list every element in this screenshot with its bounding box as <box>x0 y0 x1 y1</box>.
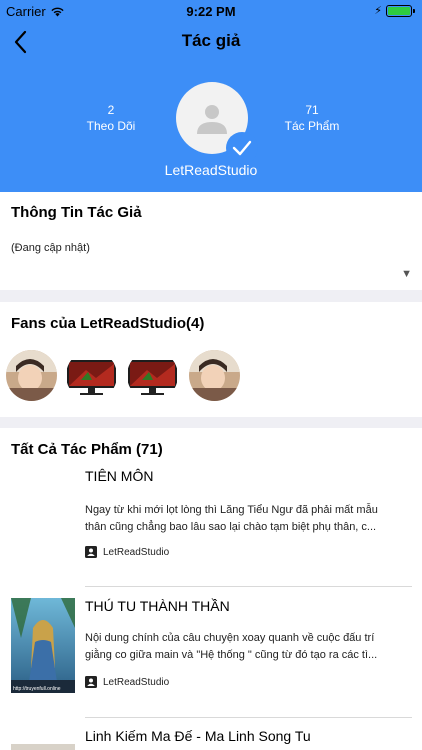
author-info-text: (Đang cập nhật) <box>11 242 90 254</box>
charging-icon: ⚡ <box>374 5 382 17</box>
book-description-line: Ngay từ khi mới lọt lòng thì Lăng Tiểu N… <box>85 504 378 516</box>
book-description-line: Nội dung chính của câu chuyện xoay quanh… <box>85 632 375 644</box>
book-cover[interactable] <box>11 468 75 563</box>
book-author[interactable]: LetReadStudio <box>85 546 169 558</box>
book-cover[interactable] <box>11 744 75 750</box>
author-info-section: Thông Tin Tác Giả (Đang cập nhật) ▼ <box>0 192 422 290</box>
clock: 9:22 PM <box>186 4 236 19</box>
dropdown-arrow-icon[interactable]: ▼ <box>401 268 412 280</box>
works-label: Tác Phẩm <box>284 119 340 133</box>
verified-badge <box>226 132 258 164</box>
author-info-title: Thông Tin Tác Giả <box>11 204 142 221</box>
book-cover-caption: http://truyenfull.online <box>13 686 61 692</box>
fans-title: Fans của LetReadStudio(4) <box>11 315 205 332</box>
works-count: 71 <box>305 103 319 117</box>
user-placeholder-icon <box>197 105 227 134</box>
book-author-name: LetReadStudio <box>103 546 170 558</box>
fan-avatar[interactable] <box>66 350 117 401</box>
author-card-icon <box>85 676 97 688</box>
book-description-line: giằng co giữa main và "Hệ thống " cũng t… <box>85 649 378 661</box>
author-card-icon <box>85 546 97 558</box>
book-description: Nội dung chính của câu chuyện xoay quanh… <box>85 630 413 664</box>
works-title: Tất Cả Tác Phẩm (71) <box>11 441 163 458</box>
fan-avatar[interactable] <box>189 350 240 401</box>
book-title[interactable]: TIÊN MÔN <box>85 468 153 484</box>
profile-header: 2 Theo Dõi 71 Tác Phẩm LetReadStudio <box>0 62 422 192</box>
book-title[interactable]: THÚ TU THÀNH THẦN <box>85 598 230 614</box>
book-description-line: thân cũng chẳng bao lâu sao lại chào tạm… <box>85 521 377 533</box>
following-label: Theo Dõi <box>86 119 136 133</box>
author-name: LetReadStudio <box>164 162 258 178</box>
book-author-name: LetReadStudio <box>103 676 170 688</box>
works-stat[interactable]: 71 Tác Phẩm <box>267 102 357 134</box>
book-description: Ngay từ khi mới lọt lòng thì Lăng Tiểu N… <box>85 502 413 536</box>
divider <box>85 586 412 587</box>
nav-bar: Tác giả <box>0 22 422 62</box>
works-section: Tất Cả Tác Phẩm (71) TIÊN MÔN Ngay từ kh… <box>0 428 422 750</box>
author-avatar[interactable] <box>176 82 258 164</box>
battery-icon <box>386 5 415 17</box>
status-bar: Carrier 9:22 PM ⚡ <box>0 0 422 22</box>
page-title: Tác giả <box>181 31 241 50</box>
divider <box>85 717 412 718</box>
book-cover[interactable]: http://truyenfull.online <box>11 598 75 693</box>
check-icon <box>232 140 252 156</box>
following-stat[interactable]: 2 Theo Dõi <box>66 102 156 134</box>
fan-avatar[interactable] <box>127 350 178 401</box>
book-title[interactable]: Linh Kiếm Ma Đế - Ma Linh Song Tu <box>85 728 311 744</box>
fan-avatar[interactable] <box>6 350 57 401</box>
following-count: 2 <box>107 103 115 117</box>
book-author[interactable]: LetReadStudio <box>85 676 169 688</box>
fans-section: Fans của LetReadStudio(4) <box>0 302 422 417</box>
